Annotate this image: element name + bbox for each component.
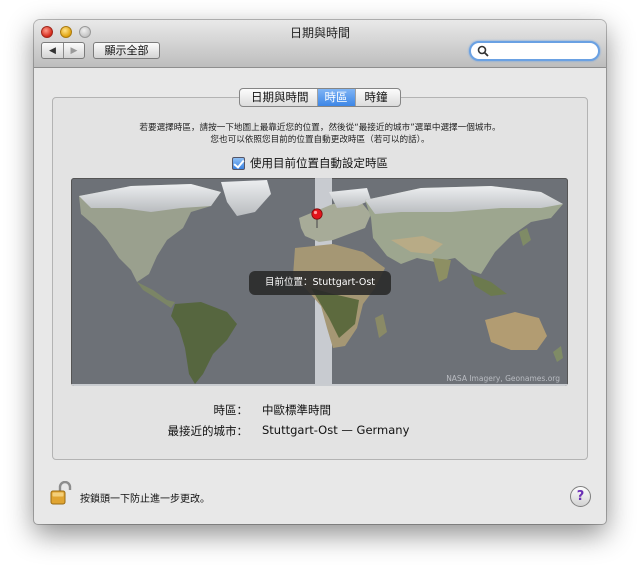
help-button[interactable]: ?	[570, 486, 591, 507]
closest-city-label: 最接近的城市：	[167, 424, 249, 438]
tab-timezone[interactable]: 時區	[316, 89, 355, 106]
timezone-label: 時區：	[213, 403, 249, 417]
search-input[interactable]	[491, 44, 596, 58]
nav-buttons: ◀ ▶	[41, 42, 85, 59]
tab-date-time[interactable]: 日期與時間	[240, 89, 317, 106]
back-button[interactable]: ◀	[42, 43, 63, 58]
current-location-tooltip: 目前位置：Stuttgart-Ost	[249, 271, 391, 295]
instructions: 若要選擇時區，請按一下地圖上最靠近您的位置，然後從“最接近的城市”選單中選擇一個…	[34, 122, 606, 146]
japan	[519, 228, 531, 246]
preferences-window: 日期與時間 ◀ ▶ 顯示全部 日期與時間 時區 時鐘 若要選擇時區，請按一下地圖…	[34, 20, 606, 524]
instructions-line-2: 您也可以依照您目前的位置自動更改時區（若可以的話）。	[210, 135, 430, 145]
show-all-button[interactable]: 顯示全部	[93, 42, 160, 59]
search-field[interactable]	[469, 41, 600, 61]
antarctica	[71, 384, 568, 386]
location-pin-shine	[313, 210, 318, 215]
auto-timezone-checkbox[interactable]	[232, 156, 245, 170]
india	[433, 258, 451, 282]
south-america	[171, 302, 237, 384]
madagascar	[375, 314, 387, 338]
southeast-asia	[471, 274, 507, 296]
europe	[299, 202, 371, 242]
lock-icon[interactable]	[50, 481, 72, 505]
central-america	[137, 282, 175, 308]
search-icon	[477, 45, 489, 57]
greenland	[221, 180, 271, 216]
auto-timezone-row[interactable]: 使用目前位置自動設定時區	[232, 155, 388, 171]
tab-bar: 日期與時間 時區 時鐘	[239, 88, 401, 107]
lock-hint-text: 按鎖頭一下防止進一步更改。	[80, 494, 210, 505]
closest-city-value[interactable]: Stuttgart-Ost — Germany	[262, 423, 409, 437]
auto-timezone-label[interactable]: 使用目前位置自動設定時區	[250, 155, 388, 171]
forward-button[interactable]: ▶	[63, 43, 84, 58]
location-pin[interactable]	[311, 208, 323, 220]
world-map[interactable]: 目前位置：Stuttgart-Ost NASA Imagery, Geoname…	[71, 178, 568, 386]
tab-clock[interactable]: 時鐘	[354, 89, 400, 106]
title-bar: 日期與時間 ◀ ▶ 顯示全部	[34, 20, 606, 68]
timezone-value: 中歐標準時間	[262, 403, 331, 417]
new-zealand	[553, 346, 563, 362]
window-title: 日期與時間	[289, 26, 350, 40]
instructions-line-1: 若要選擇時區，請按一下地圖上最靠近您的位置，然後從“最接近的城市”選單中選擇一個…	[139, 123, 501, 133]
map-credit: NASA Imagery, Geonames.org	[446, 374, 560, 383]
australia	[485, 312, 547, 350]
